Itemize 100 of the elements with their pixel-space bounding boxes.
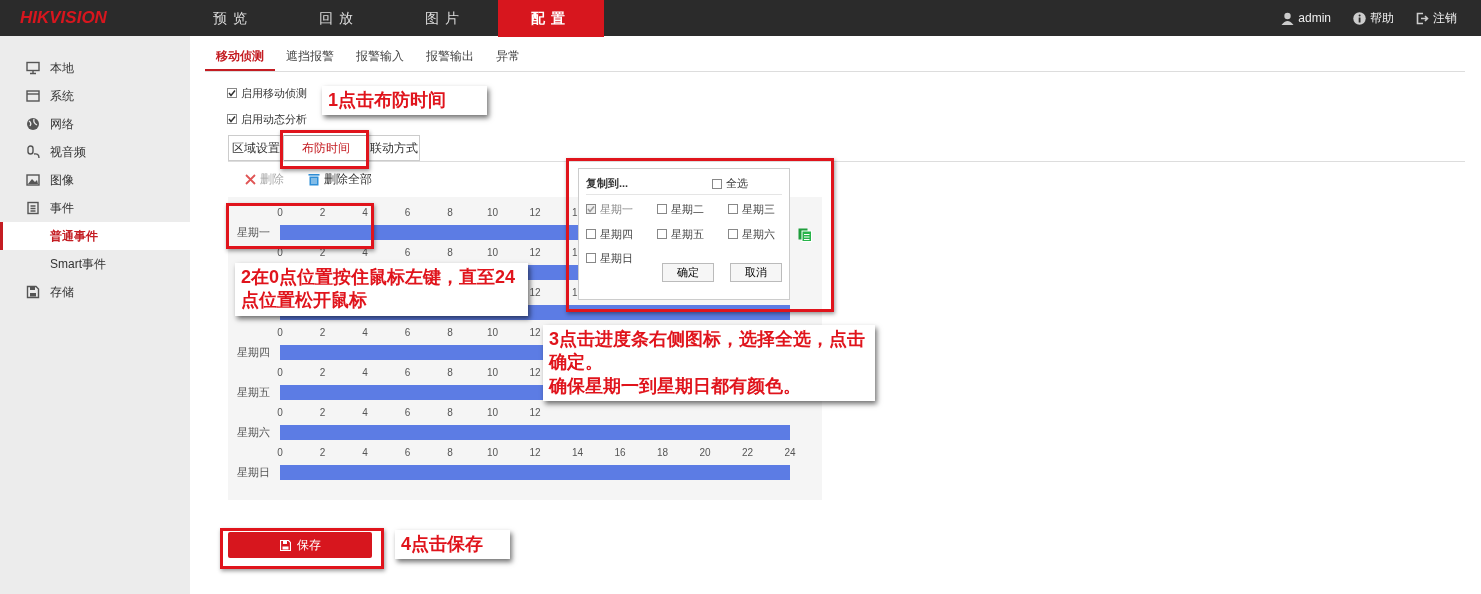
hour-tick-label: 1 bbox=[571, 247, 578, 259]
hour-tick-label: 18 bbox=[656, 447, 669, 459]
hour-tick-label: 8 bbox=[447, 407, 453, 419]
checkbox[interactable] bbox=[728, 228, 738, 239]
checkbox[interactable] bbox=[227, 88, 237, 98]
nav-tab[interactable]: 回放 bbox=[286, 0, 392, 37]
sidebar-subitem[interactable]: Smart事件 bbox=[0, 250, 190, 278]
hour-tick-label: 16 bbox=[614, 447, 626, 459]
check-icon bbox=[228, 115, 236, 123]
image-icon bbox=[26, 173, 40, 187]
info-icon bbox=[1353, 11, 1366, 25]
hour-tick-label: 10 bbox=[486, 367, 499, 379]
checkbox-label: 星期二 bbox=[671, 202, 704, 217]
hour-tick-label: 0 bbox=[277, 207, 283, 219]
checkbox[interactable] bbox=[657, 204, 667, 215]
hour-tick-label: 4 bbox=[362, 447, 368, 459]
check-icon bbox=[587, 205, 595, 214]
hour-tick-label: 0 bbox=[277, 367, 283, 379]
tab[interactable]: 异常 bbox=[485, 42, 531, 71]
copy-icon[interactable] bbox=[798, 228, 812, 242]
checkbox-label: 启用动态分析 bbox=[241, 111, 307, 127]
hour-tick-label: 1 bbox=[571, 287, 578, 299]
delete-all-button[interactable]: 删除全部 bbox=[308, 170, 372, 188]
logout-link[interactable]: 注销 bbox=[1433, 9, 1457, 27]
hour-tick-label: 12 bbox=[529, 207, 541, 219]
hour-tick-label: 8 bbox=[447, 447, 453, 459]
checkbox[interactable] bbox=[657, 228, 667, 239]
monitor-icon bbox=[26, 61, 40, 75]
check-icon bbox=[228, 89, 236, 97]
day-label: 星期日 bbox=[237, 465, 270, 480]
sidebar-item[interactable]: 本地 bbox=[0, 54, 190, 82]
step-tab[interactable]: 布防时间 bbox=[284, 135, 368, 161]
hour-tick-label: 4 bbox=[362, 327, 368, 339]
hour-tick-label: 6 bbox=[404, 407, 411, 419]
instruction-text: 确保星期一到星期日都有颜色。 bbox=[549, 374, 802, 398]
step-tab[interactable]: 联动方式 bbox=[368, 135, 420, 161]
logout-icon bbox=[1416, 11, 1429, 25]
instruction-text: 2在0点位置按住鼠标左键，直至24点位置松开鼠标 bbox=[241, 266, 517, 313]
list-icon bbox=[26, 201, 40, 215]
hour-tick-label: 12 bbox=[529, 447, 541, 459]
user-link[interactable]: admin bbox=[1298, 9, 1331, 27]
tab[interactable]: 报警输入 bbox=[345, 42, 415, 71]
hour-tick-label: 8 bbox=[447, 367, 453, 379]
hour-tick-label: 22 bbox=[741, 447, 754, 459]
confirm-button[interactable]: 确定 bbox=[662, 262, 714, 282]
checkbox-label: 星期三 bbox=[742, 202, 775, 217]
cancel-button[interactable]: 取消 bbox=[730, 262, 782, 282]
checkbox-label: 星期五 bbox=[671, 226, 704, 242]
hour-tick-label: 4 bbox=[362, 407, 368, 419]
tab[interactable]: 遮挡报警 bbox=[275, 42, 345, 71]
checkbox[interactable] bbox=[712, 178, 722, 189]
hour-tick-label: 24 bbox=[784, 447, 796, 459]
hour-tick-label: 0 bbox=[277, 407, 283, 419]
hour-tick-label: 6 bbox=[404, 367, 411, 379]
checkbox-label: 全选 bbox=[726, 176, 748, 192]
hour-tick-label: 4 bbox=[362, 207, 368, 219]
user-icon bbox=[1281, 11, 1295, 25]
hour-tick-label: 10 bbox=[486, 327, 499, 339]
hour-tick-label: 2 bbox=[319, 367, 326, 379]
tab[interactable]: 移动侦测 bbox=[205, 42, 275, 71]
sidebar-item[interactable]: 网络 bbox=[0, 110, 190, 138]
nav-tab[interactable]: 图片 bbox=[392, 0, 498, 37]
day-label: 星期六 bbox=[237, 425, 270, 440]
checkbox[interactable] bbox=[586, 228, 596, 239]
day-label: 星期一 bbox=[237, 225, 270, 240]
instruction-text: 1点击布防时间 bbox=[328, 89, 447, 112]
help-link[interactable]: 帮助 bbox=[1370, 9, 1394, 27]
sidebar-item[interactable]: 系统 bbox=[0, 82, 190, 110]
sidebar-item[interactable]: 事件 bbox=[0, 194, 190, 222]
sidebar-item[interactable]: 存储 bbox=[0, 278, 190, 306]
hour-tick-label: 10 bbox=[486, 407, 499, 419]
sidebar-item[interactable]: 图像 bbox=[0, 166, 190, 194]
hour-tick-label: 2 bbox=[319, 207, 326, 219]
checkbox-label: 星期六 bbox=[742, 226, 775, 242]
globe-icon bbox=[26, 117, 40, 131]
sidebar-subitem[interactable]: 普通事件 bbox=[0, 222, 190, 250]
hour-tick-label: 2 bbox=[319, 407, 326, 419]
hour-tick-label: 10 bbox=[486, 207, 499, 219]
hour-tick-label: 12 bbox=[529, 327, 541, 339]
hour-tick-label: 6 bbox=[404, 247, 411, 259]
hour-tick-label: 12 bbox=[529, 367, 541, 379]
checkbox-label: 星期四 bbox=[600, 226, 633, 242]
sidebar-item[interactable]: 视音频 bbox=[0, 138, 190, 166]
tab[interactable]: 报警输出 bbox=[415, 42, 485, 71]
logo: HIKVISION bbox=[19, 7, 108, 29]
checkbox[interactable] bbox=[728, 204, 738, 215]
hour-tick-label: 8 bbox=[447, 327, 453, 339]
checkbox-label: 星期日 bbox=[600, 251, 633, 266]
checkbox[interactable] bbox=[586, 253, 596, 264]
hour-tick-label: 12 bbox=[529, 407, 541, 419]
save-button[interactable]: 保存 bbox=[228, 532, 372, 558]
nav-tab[interactable]: 预览 bbox=[180, 0, 286, 37]
checkbox-label: 星期一 bbox=[600, 202, 633, 217]
hour-tick-label: 6 bbox=[404, 447, 411, 459]
hour-tick-label: 12 bbox=[529, 287, 541, 299]
hour-tick-label: 14 bbox=[571, 447, 584, 459]
instruction-text: 4点击保存 bbox=[401, 533, 484, 556]
checkbox[interactable] bbox=[227, 114, 237, 124]
nav-tab[interactable]: 配置 bbox=[498, 0, 604, 37]
hour-tick-label: 6 bbox=[404, 327, 411, 339]
